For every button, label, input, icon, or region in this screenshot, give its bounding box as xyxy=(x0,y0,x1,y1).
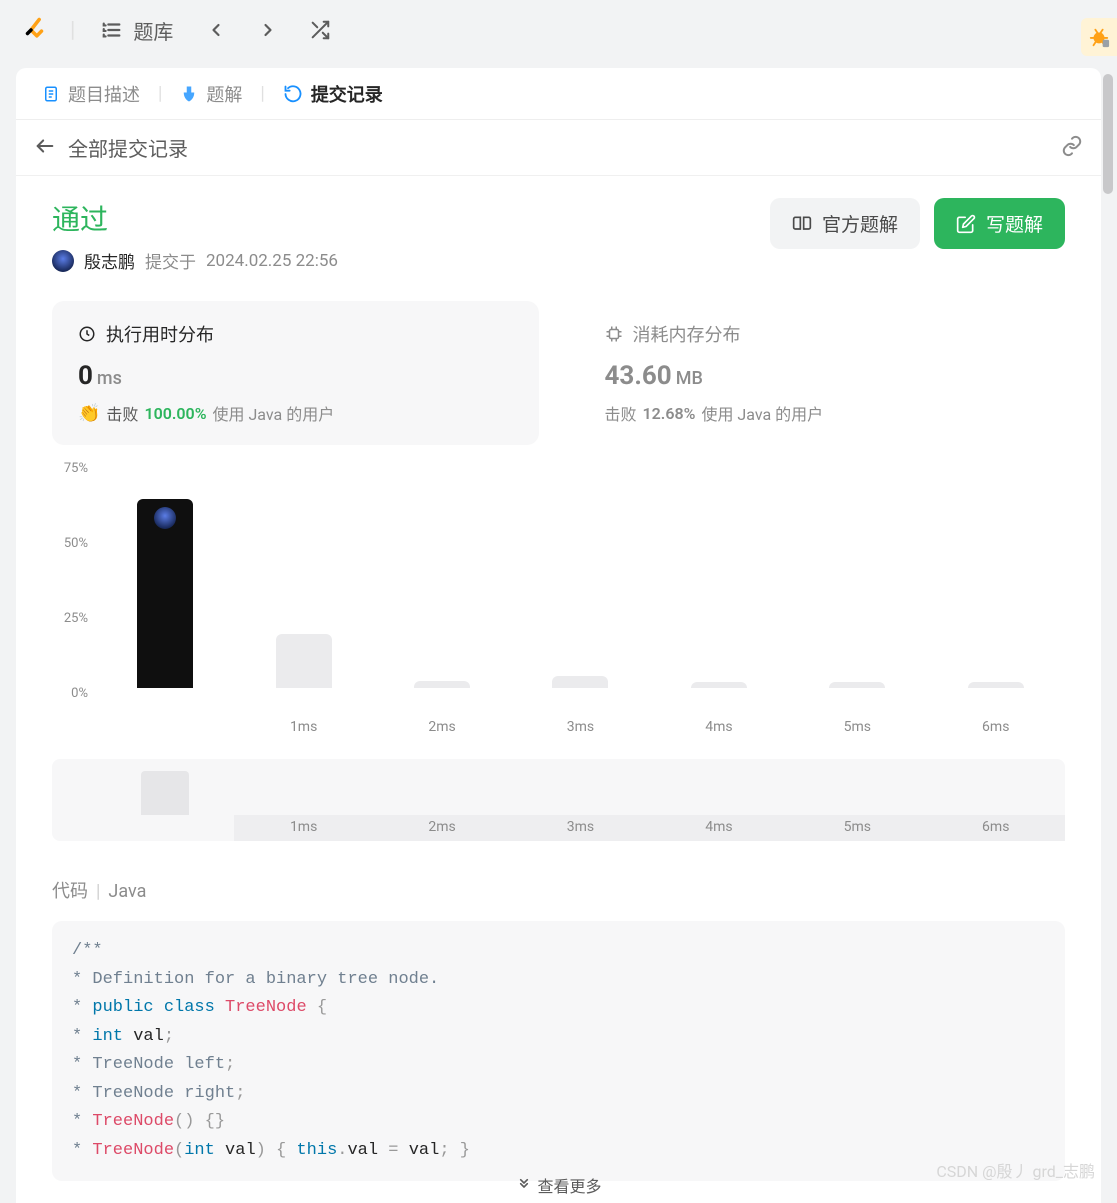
tabbar: 题目描述 | 题解 | 提交记录 xyxy=(16,68,1101,120)
separator: | xyxy=(70,18,75,43)
chart-bar[interactable] xyxy=(137,499,193,688)
memory-value: 43.60 xyxy=(605,361,672,391)
subheader-title: 全部提交记录 xyxy=(68,133,188,162)
chart-bar[interactable] xyxy=(552,676,608,688)
leetcode-logo[interactable] xyxy=(24,16,52,44)
chart-bar[interactable] xyxy=(414,681,470,689)
status-accepted: 通过 xyxy=(52,198,770,238)
topbar: | 题库 xyxy=(0,0,1117,60)
share-link-icon[interactable] xyxy=(1061,135,1083,161)
code-header: 代码|Java xyxy=(52,877,1065,903)
runtime-value: 0 xyxy=(78,361,93,391)
tab-description[interactable]: 题目描述 xyxy=(30,73,152,115)
shuffle-button[interactable] xyxy=(303,13,337,47)
submitted-time: 2024.02.25 22:56 xyxy=(206,251,338,271)
code-lang: Java xyxy=(108,881,146,902)
tab-submissions[interactable]: 提交记录 xyxy=(271,73,395,115)
problems-label: 题库 xyxy=(133,16,173,45)
runtime-card[interactable]: 执行用时分布 0ms 👏 击败 100.00% 使用 Java 的用户 xyxy=(52,301,539,445)
debug-icon[interactable] xyxy=(1081,18,1117,56)
avatar xyxy=(154,507,176,529)
chart-bar[interactable] xyxy=(968,682,1024,688)
write-solution-button[interactable]: 写题解 xyxy=(934,198,1065,249)
content: 通过 殷志鹏 提交于 2024.02.25 22:56 官方题解 写题解 xyxy=(16,176,1101,1203)
main-panel: 题目描述 | 题解 | 提交记录 全部提交记录 通过 殷志鹏 xyxy=(16,68,1101,1203)
submission-meta: 殷志鹏 提交于 2024.02.25 22:56 xyxy=(52,248,770,273)
official-solution-button[interactable]: 官方题解 xyxy=(770,198,920,249)
back-button[interactable] xyxy=(34,135,56,161)
username[interactable]: 殷志鹏 xyxy=(84,248,135,273)
next-problem-button[interactable] xyxy=(251,13,285,47)
chart-bar[interactable] xyxy=(691,682,747,688)
runtime-title: 执行用时分布 xyxy=(106,321,214,347)
memory-title: 消耗内存分布 xyxy=(633,321,741,347)
runtime-beat-pct: 100.00% xyxy=(144,404,206,423)
memory-beat-pct: 12.68% xyxy=(643,404,696,423)
runtime-chart: 0%25%50%75% 1ms2ms3ms4ms5ms6ms 1ms2ms3ms… xyxy=(52,463,1065,841)
prev-problem-button[interactable] xyxy=(199,13,233,47)
clap-icon: 👏 xyxy=(78,403,100,424)
scrollbar[interactable] xyxy=(1101,72,1115,1194)
memory-card[interactable]: 消耗内存分布 43.60MB 击败 12.68% 使用 Java 的用户 xyxy=(579,301,1066,445)
avatar[interactable] xyxy=(52,250,74,272)
watermark: CSDN @殷丿 grd_志鹏 xyxy=(936,1158,1095,1182)
subheader: 全部提交记录 xyxy=(16,120,1101,176)
problems-button[interactable]: 题库 xyxy=(93,10,181,51)
code-block: /** * Definition for a binary tree node.… xyxy=(52,921,1065,1181)
tab-solution[interactable]: 题解 xyxy=(168,73,254,115)
mini-chart[interactable]: 1ms2ms3ms4ms5ms6ms xyxy=(52,759,1065,841)
chart-bar[interactable] xyxy=(276,634,332,688)
chart-bar[interactable] xyxy=(829,682,885,688)
